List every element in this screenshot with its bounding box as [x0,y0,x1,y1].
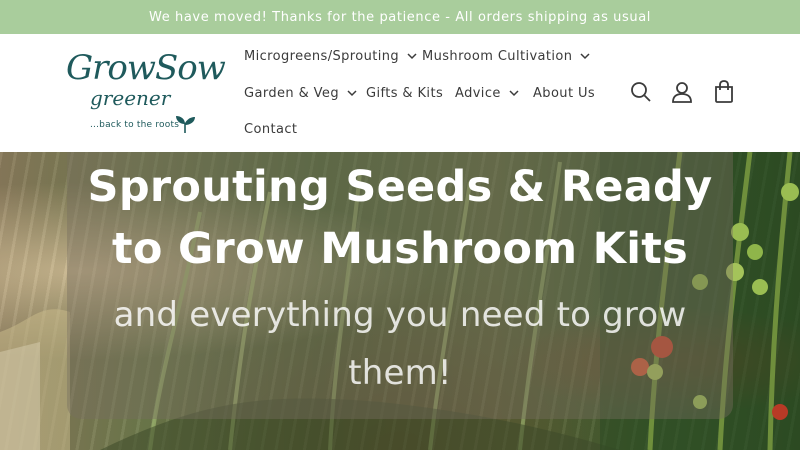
hero-banner: Sprouting Seeds & Ready to Grow Mushroom… [0,152,800,450]
announcement-text: We have moved! Thanks for the patience -… [149,9,651,25]
site-header: GrowSow greener ...back to the roots Mic… [0,34,800,152]
hero-subtitle: and everything you need to grow them! [113,295,687,393]
chevron-down-icon [347,89,357,96]
account-icon [672,82,692,103]
nav-label: Gifts & Kits [366,85,444,101]
search-icon [631,82,651,102]
nav-label: About Us [533,85,596,101]
account-button[interactable] [669,79,695,105]
nav-label: Mushroom Cultivation [422,48,573,64]
chevron-down-icon [509,89,519,96]
logo-tagline: ...back to the roots [90,120,180,130]
nav-contact[interactable]: Contact [244,119,297,139]
logo-script: GrowSow [66,48,226,88]
sprout-icon [176,116,195,133]
nav-label: Advice [455,85,501,101]
nav-mushroom-cultivation[interactable]: Mushroom Cultivation [422,46,590,66]
announcement-bar: We have moved! Thanks for the patience -… [0,0,800,34]
nav-gifts-kits[interactable]: Gifts & Kits [366,83,443,103]
nav-advice[interactable]: Advice [455,83,519,103]
nav-microgreens[interactable]: Microgreens/Sprouting [244,46,417,66]
nav-garden-veg[interactable]: Garden & Veg [244,83,357,103]
chevron-down-icon [407,52,417,59]
nav-label: Garden & Veg [244,85,339,101]
nav-about-us[interactable]: About Us [533,83,595,103]
chevron-down-icon [580,52,590,59]
site-logo[interactable]: GrowSow greener ...back to the roots [66,48,226,140]
cart-icon [715,80,733,103]
nav-label: Contact [244,121,298,137]
search-button[interactable] [628,79,654,105]
cart-button[interactable] [711,79,737,105]
nav-label: Microgreens/Sprouting [244,48,400,64]
hero-title: Sprouting Seeds & Ready to Grow Mushroom… [87,162,713,274]
logo-sub: greener [90,86,171,110]
